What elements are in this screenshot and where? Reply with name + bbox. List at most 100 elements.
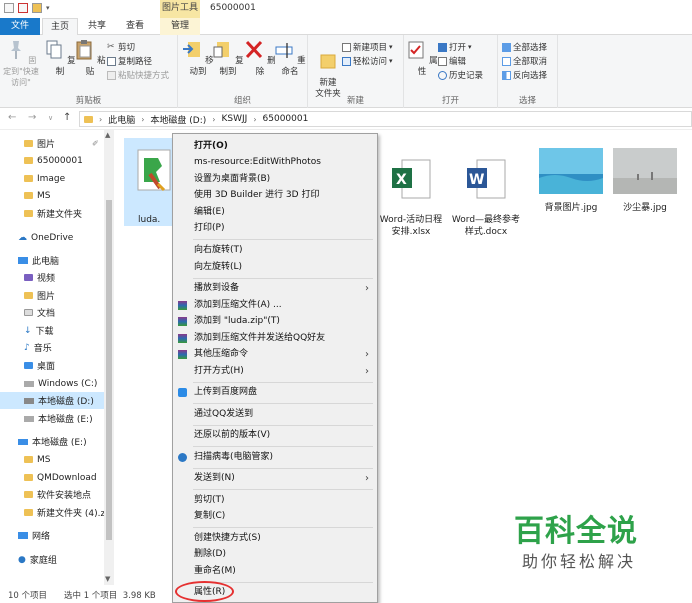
- tab-view[interactable]: 查看: [116, 18, 154, 35]
- pin-icon: [10, 41, 21, 59]
- menu-copy[interactable]: 复制(C): [173, 508, 377, 525]
- sidebar-item-new-folder[interactable]: 新建文件夹: [24, 205, 82, 222]
- menu-open-with[interactable]: 打开方式(H) ›: [173, 363, 377, 380]
- tab-file[interactable]: 文件: [0, 18, 40, 35]
- menu-add-to-zip[interactable]: 添加到 "luda.zip"(T): [173, 313, 377, 330]
- file-item-sandstorm-jpg[interactable]: 沙尘暴.jpg: [606, 144, 684, 214]
- menu-edit-with-photos[interactable]: ms-resource:EditWithPhotos: [173, 154, 377, 171]
- menu-delete[interactable]: 删除(D): [173, 546, 377, 563]
- sidebar-scroll-thumb[interactable]: [106, 200, 112, 540]
- menu-create-shortcut[interactable]: 创建快捷方式(S): [173, 530, 377, 547]
- menu-send-to[interactable]: 发送到(N) ›: [173, 470, 377, 487]
- menu-rotate-right[interactable]: 向右旋转(T): [173, 242, 377, 259]
- crumb-this-pc[interactable]: 此电脑: [108, 113, 135, 126]
- scroll-down-icon[interactable]: ▼: [105, 575, 110, 583]
- menu-cast-to-device[interactable]: 播放到设备 ›: [173, 280, 377, 297]
- copy-path-button[interactable]: 复制路径: [107, 55, 152, 67]
- menu-rename[interactable]: 重命名(M): [173, 563, 377, 580]
- pictures-folder-icon: [24, 292, 33, 299]
- sidebar-item-onedrive[interactable]: ☁ OneDrive: [18, 229, 73, 246]
- sidebar-item-ms-e[interactable]: MS: [24, 451, 50, 468]
- sidebar-item-homegroup[interactable]: ● 家庭组: [18, 551, 57, 568]
- menu-send-via-qq[interactable]: 通过QQ发送到: [173, 406, 377, 423]
- recent-chevron-icon[interactable]: ∨: [48, 114, 53, 122]
- menu-compress-send-qq[interactable]: 添加到压缩文件并发送给QQ好友: [173, 330, 377, 347]
- sidebar-item-ms[interactable]: MS: [24, 187, 50, 204]
- open-button[interactable]: 打开 ▾: [438, 41, 472, 53]
- copy-to-button[interactable]: 复制到: [212, 39, 244, 78]
- tab-manage[interactable]: 管理: [160, 18, 200, 35]
- submenu-arrow-icon: ›: [365, 473, 369, 484]
- menu-scan-virus[interactable]: 扫描病毒(电脑管家): [173, 449, 377, 466]
- edit-button[interactable]: 编辑: [438, 55, 466, 67]
- select-all-button[interactable]: 全部选择: [502, 41, 547, 53]
- menu-edit[interactable]: 编辑(E): [173, 204, 377, 221]
- sidebar-item-desktop[interactable]: 桌面: [24, 357, 55, 374]
- sidebar-item-drive-d[interactable]: 本地磁盘 (D:): [0, 392, 104, 409]
- sidebar-item-drive-e-root[interactable]: 本地磁盘 (E:): [18, 433, 87, 450]
- file-item-background-jpg[interactable]: 背景图片.jpg: [532, 144, 610, 214]
- sidebar-item-this-pc[interactable]: 此电脑: [18, 252, 59, 269]
- menu-upload-baidu[interactable]: 上传到百度网盘: [173, 384, 377, 401]
- address-bar-row: ← → ∨ ↑ › 此电脑 › 本地磁盘 (D:) › KSWJJ › 6500…: [0, 108, 692, 130]
- word-file-icon: W: [467, 159, 506, 199]
- address-box[interactable]: › 此电脑 › 本地磁盘 (D:) › KSWJJ › 65000001: [79, 111, 692, 127]
- sidebar-item-pictures-pinned[interactable]: 图片 ✐: [24, 135, 99, 152]
- scroll-up-icon[interactable]: ▲: [105, 131, 110, 139]
- tab-share[interactable]: 共享: [80, 18, 114, 35]
- sidebar-item-software-install[interactable]: 软件安装地点: [24, 486, 91, 503]
- crumb-65000001[interactable]: 65000001: [263, 114, 309, 124]
- sidebar-item-videos[interactable]: 视频: [24, 269, 55, 286]
- menu-other-compress[interactable]: 其他压缩命令 ›: [173, 346, 377, 363]
- sidebar-item-65000001[interactable]: 65000001: [24, 152, 83, 169]
- cut-button[interactable]: ✂ 剪切: [107, 41, 135, 53]
- tab-home[interactable]: 主页: [42, 18, 78, 35]
- back-arrow-icon[interactable]: ←: [8, 112, 16, 123]
- crumb-kswjj[interactable]: KSWJJ: [221, 114, 247, 124]
- file-item-reference-docx[interactable]: W Word—最终参考 样式.docx: [447, 144, 525, 250]
- menu-add-to-archive[interactable]: 添加到压缩文件(A) ...: [173, 297, 377, 314]
- sidebar-item-music[interactable]: ♪ 音乐: [24, 339, 52, 356]
- sidebar-item-network[interactable]: 网络: [18, 527, 50, 544]
- sidebar-item-new-folder-4[interactable]: 新建文件夹 (4).z: [24, 504, 105, 521]
- sidebar-item-drive-e[interactable]: 本地磁盘 (E:): [24, 410, 93, 427]
- new-item-button[interactable]: 新建项目 ▾: [342, 41, 393, 53]
- easy-access-button[interactable]: 轻松访问 ▾: [342, 55, 393, 67]
- forward-arrow-icon[interactable]: →: [28, 112, 36, 123]
- properties-button[interactable]: 属性: [406, 39, 438, 78]
- paste-button[interactable]: 粘贴: [74, 39, 106, 78]
- crumb-drive-d[interactable]: 本地磁盘 (D:): [150, 113, 206, 126]
- new-folder-button[interactable]: 新建 文件夹: [312, 39, 344, 100]
- select-none-button[interactable]: 全部取消: [502, 55, 547, 67]
- sidebar-item-documents[interactable]: 文档: [24, 304, 55, 321]
- menu-rotate-left[interactable]: 向左旋转(L): [173, 259, 377, 276]
- save-icon[interactable]: [4, 3, 14, 13]
- baidu-cloud-icon: [178, 388, 187, 397]
- up-arrow-icon[interactable]: ↑: [63, 112, 71, 123]
- sidebar-item-drive-c[interactable]: Windows (C:): [24, 375, 97, 392]
- paste-shortcut-button[interactable]: 粘贴快捷方式: [107, 69, 169, 81]
- copy-button[interactable]: 复制: [44, 39, 76, 78]
- sidebar-item-qmdownload[interactable]: QMDownload: [24, 469, 97, 486]
- select-group-label: 选择: [518, 96, 536, 106]
- menu-cut[interactable]: 剪切(T): [173, 492, 377, 509]
- video-folder-icon: [24, 274, 33, 281]
- new-folder-icon[interactable]: [32, 3, 42, 13]
- properties-icon[interactable]: [18, 3, 28, 13]
- chevron-down-icon[interactable]: ▾: [46, 4, 50, 12]
- sidebar-item-downloads[interactable]: ↓ 下载: [24, 322, 54, 339]
- pin-quick-access-button[interactable]: 固定到"快速访问": [2, 39, 40, 88]
- sidebar-item-pictures[interactable]: 图片: [24, 287, 55, 304]
- menu-print-3d[interactable]: 使用 3D Builder 进行 3D 打印: [173, 187, 377, 204]
- rename-button[interactable]: 重命名: [274, 39, 306, 78]
- menu-open[interactable]: 打开(O): [173, 138, 377, 155]
- sidebar-item-image[interactable]: Image: [24, 170, 65, 187]
- menu-restore-previous[interactable]: 还原以前的版本(V): [173, 427, 377, 444]
- invert-selection-button[interactable]: 反向选择: [502, 69, 547, 81]
- history-button[interactable]: 历史记录: [438, 69, 483, 81]
- move-to-button[interactable]: 移动到: [182, 39, 214, 78]
- file-item-schedule-xlsx[interactable]: X Word-活动日程 安排.xlsx: [372, 144, 450, 250]
- menu-set-wallpaper[interactable]: 设置为桌面背景(B): [173, 171, 377, 188]
- menu-print[interactable]: 打印(P): [173, 220, 377, 237]
- delete-button[interactable]: 删除: [244, 39, 276, 78]
